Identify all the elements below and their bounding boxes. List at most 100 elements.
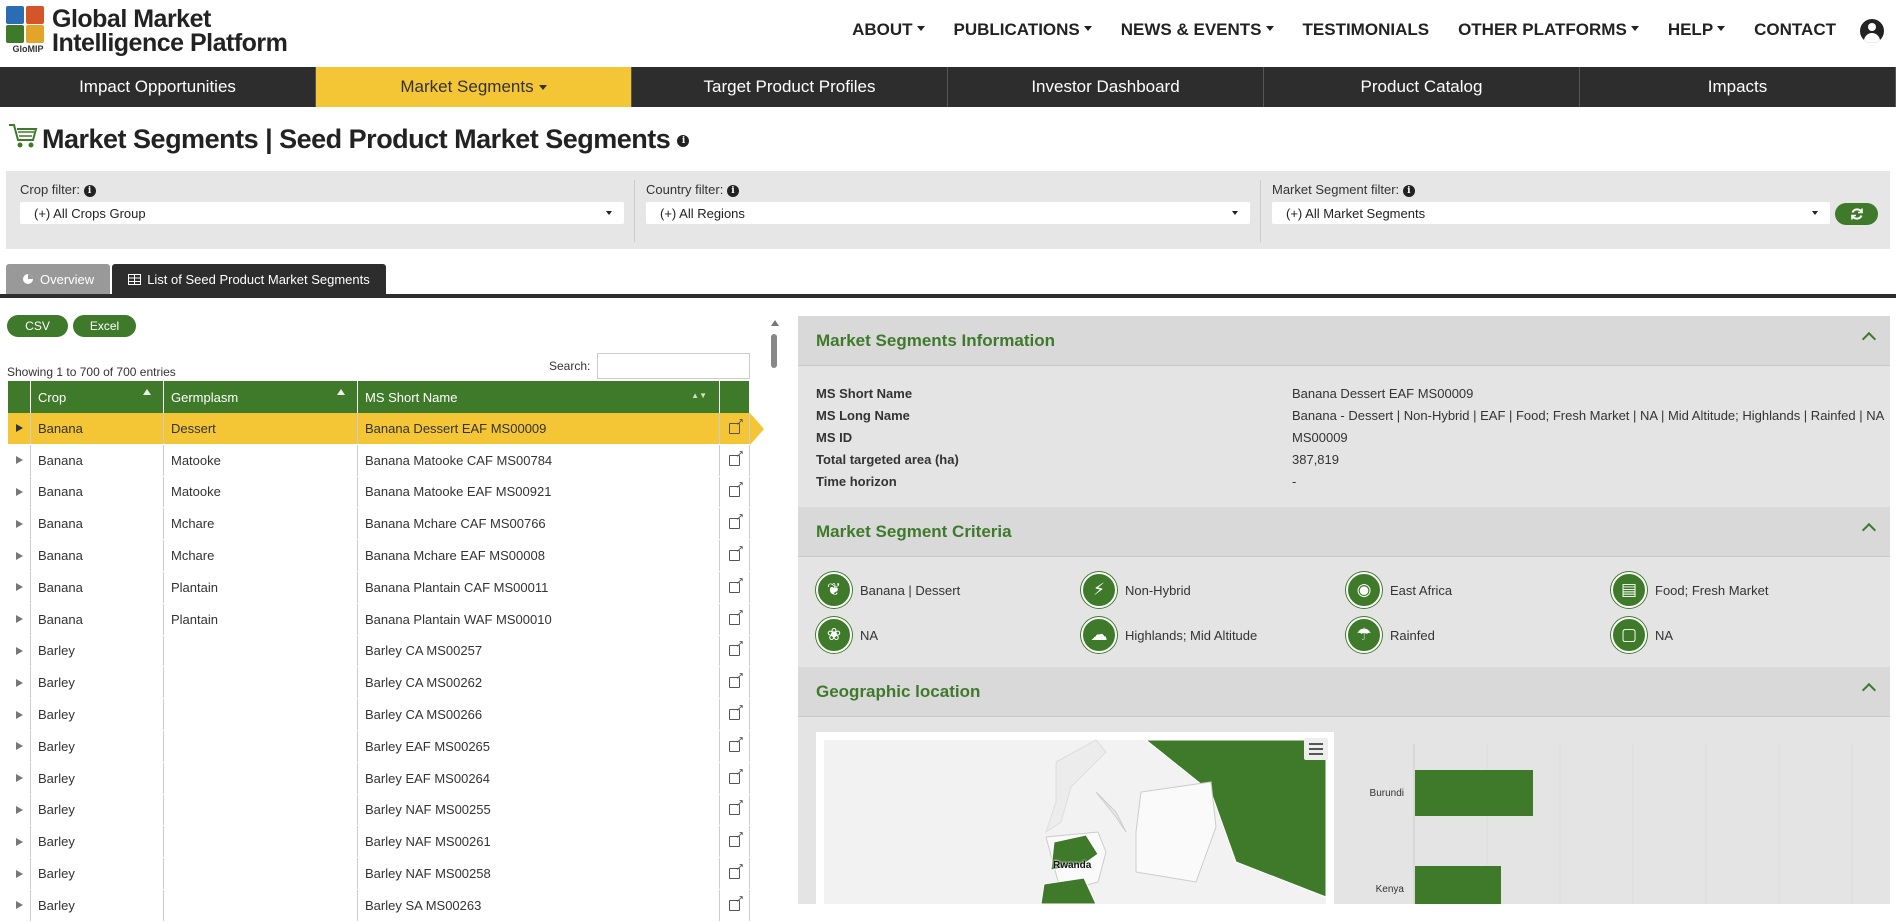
table-row[interactable]: Banana Dessert Banana Dessert EAF MS00009 [8,413,750,445]
open-link-cell[interactable] [720,762,750,794]
external-link-icon[interactable] [729,639,744,657]
glomip-logo[interactable]: GloMIP [6,6,46,54]
info-icon[interactable]: i [83,184,96,197]
expand-cell[interactable] [8,571,31,603]
reset-filters-button[interactable] [1835,203,1878,225]
expand-cell[interactable] [8,413,31,444]
expand-row-icon[interactable] [16,837,23,846]
expand-cell[interactable] [8,508,31,540]
table-row[interactable]: Barley Barley EAF MS00265 [8,730,750,763]
table-row[interactable]: Barley Barley CA MS00257 [8,635,750,668]
tab-overview[interactable]: Overview [6,264,111,294]
external-link-icon[interactable] [729,767,744,784]
section-tab-product-catalog[interactable]: Product Catalog [1264,67,1580,107]
open-link-cell[interactable] [720,889,750,921]
external-link-icon[interactable] [729,512,744,530]
brand-name[interactable]: Global Market Intelligence Platform [52,7,288,56]
topnav-item-help[interactable]: HELP [1668,20,1726,40]
table-row[interactable]: Banana Plantain Banana Plantain CAF MS0001… [8,571,750,604]
external-link-icon[interactable] [729,449,744,466]
table-row[interactable]: Barley Barley NAF MS00255 [8,794,750,827]
external-link-icon[interactable] [729,862,744,880]
section-tab-impact-opportunities[interactable]: Impact Opportunities [0,67,316,107]
external-link-icon[interactable] [729,417,744,434]
tab-list[interactable]: List of Seed Product Market Segments [112,264,386,294]
info-icon[interactable]: i [677,134,690,147]
table-row[interactable]: Barley Barley SA MS00263 [8,889,750,922]
open-link-cell[interactable] [720,730,750,762]
user-account-icon[interactable] [1860,19,1884,43]
info-section-header[interactable]: Market Segments Information [798,316,1890,366]
section-tab-market-segments[interactable]: Market Segments [316,67,632,107]
section-tab-investor-dashboard[interactable]: Investor Dashboard [948,67,1264,107]
open-link-cell[interactable] [720,667,750,699]
expand-row-icon[interactable] [16,710,23,719]
external-link-icon[interactable] [729,735,744,752]
table-row[interactable]: Banana Plantain Banana Plantain WAF MS0001… [8,603,750,636]
topnav-item-testimonials[interactable]: TESTIMONIALS [1303,20,1430,40]
expand-row-icon[interactable] [16,774,23,783]
table-row[interactable]: Barley Barley NAF MS00261 [8,826,750,859]
open-link-cell[interactable] [720,794,750,826]
expand-row-icon[interactable] [16,678,23,687]
external-link-icon[interactable] [729,798,744,816]
expand-cell[interactable] [8,635,31,667]
geo-map[interactable]: Rwanda [816,732,1334,905]
expand-row-icon[interactable] [16,519,23,528]
expand-cell[interactable] [8,540,31,571]
expand-row-icon[interactable] [16,869,23,878]
topnav-item-about[interactable]: ABOUT [852,20,925,40]
expand-cell[interactable] [8,794,31,826]
table-row[interactable]: Banana Mchare Banana Mchare CAF MS00766 [8,508,750,541]
expand-row-icon[interactable] [16,487,23,496]
table-row[interactable]: Banana Mchare Banana Mchare EAF MS00008 [8,540,750,572]
table-row[interactable]: Banana Matooke Banana Matooke EAF MS00921 [8,476,750,509]
external-link-icon[interactable] [729,544,744,562]
scroll-up-arrow[interactable] [771,320,779,326]
crop-filter-select[interactable]: (+) All Crops Group [20,202,624,224]
info-icon[interactable]: i [726,184,739,197]
expand-row-icon[interactable] [16,805,23,814]
external-link-icon[interactable] [729,703,744,721]
expand-row-icon[interactable] [16,901,23,910]
open-link-cell[interactable] [720,540,750,571]
external-link-icon[interactable] [729,608,744,625]
open-link-cell[interactable] [720,858,750,889]
chart-menu-icon[interactable] [1304,738,1328,760]
expand-row-icon[interactable] [16,583,23,592]
section-tab-target-product-profiles[interactable]: Target Product Profiles [632,67,948,107]
expand-cell[interactable] [8,603,31,635]
country-filter-select[interactable]: (+) All Regions [646,202,1250,224]
csv-export-button[interactable]: CSV [7,315,68,337]
info-icon[interactable]: i [1402,184,1415,197]
expand-row-icon[interactable] [16,456,23,465]
topnav-item-news-events[interactable]: NEWS & EVENTS [1121,20,1274,40]
topnav-item-publications[interactable]: PUBLICATIONS [954,20,1092,40]
expand-row-icon[interactable] [16,646,23,655]
collapse-chevron-icon[interactable] [1861,522,1877,538]
open-link-cell[interactable] [720,699,750,730]
open-link-cell[interactable] [720,603,750,635]
open-link-cell[interactable] [720,571,750,603]
column-header-crop[interactable]: Crop [31,381,164,413]
expand-cell[interactable] [8,476,31,508]
expand-row-icon[interactable] [16,742,23,751]
open-link-cell[interactable] [720,635,750,667]
open-link-cell[interactable] [720,826,750,858]
expand-cell[interactable] [8,889,31,921]
table-row[interactable]: Barley Barley CA MS00266 [8,699,750,731]
table-row[interactable]: Barley Barley NAF MS00258 [8,858,750,890]
scrollbar-thumb[interactable] [771,334,777,368]
table-row[interactable]: Banana Matooke Banana Matooke CAF MS00784 [8,444,750,477]
collapse-chevron-icon[interactable] [1861,682,1877,698]
expand-cell[interactable] [8,667,31,699]
column-header-germplasm[interactable]: Germplasm [164,381,358,413]
external-link-icon[interactable] [729,576,744,593]
expand-cell[interactable] [8,730,31,762]
expand-row-icon[interactable] [16,615,23,624]
segment-filter-select[interactable]: (+) All Market Segments [1272,202,1830,224]
collapse-chevron-icon[interactable] [1861,331,1877,347]
expand-row-icon[interactable] [16,424,23,433]
external-link-icon[interactable] [729,830,744,848]
open-link-cell[interactable] [720,476,750,508]
